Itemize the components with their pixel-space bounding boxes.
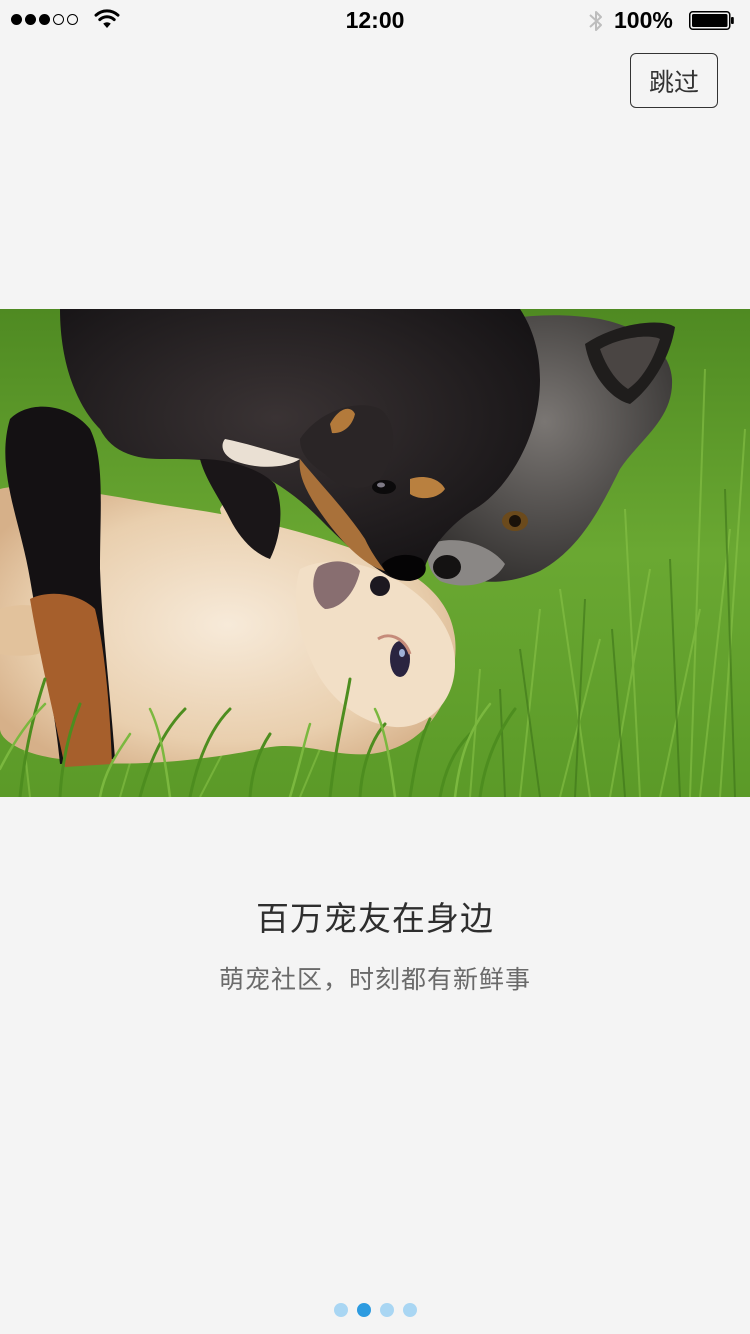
- pager-dot-active[interactable]: [356, 1303, 371, 1317]
- pager-dot[interactable]: [333, 1303, 348, 1317]
- pager-dot[interactable]: [379, 1303, 394, 1317]
- battery-icon: [689, 11, 734, 30]
- skip-button[interactable]: 跳过: [630, 53, 718, 108]
- bluetooth-icon: [589, 11, 602, 31]
- status-bar: 12:00 100%: [0, 0, 750, 40]
- page-title: 百万宠友在身边: [256, 899, 494, 938]
- dogs-playing-on-grass-photo: [0, 309, 750, 797]
- battery-percent: 100%: [614, 7, 673, 33]
- page-indicator: [0, 1303, 750, 1317]
- pager-dot[interactable]: [402, 1303, 417, 1317]
- hero-image: [0, 309, 750, 797]
- page-subtitle: 萌宠社区，时刻都有新鲜事: [218, 965, 531, 994]
